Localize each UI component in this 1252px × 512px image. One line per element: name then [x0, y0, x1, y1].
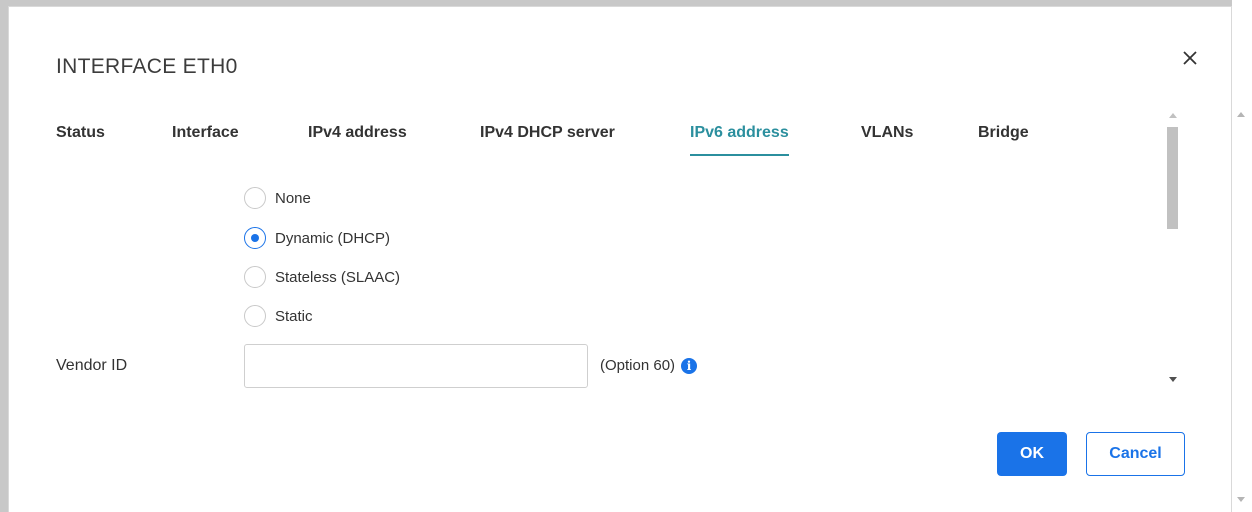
interface-dialog: INTERFACE ETH0 Status Interface IPv4 add…: [8, 6, 1232, 512]
ok-button[interactable]: OK: [997, 432, 1067, 476]
option-hint: (Option 60) i: [600, 357, 698, 374]
scroll-down-icon[interactable]: [1169, 377, 1177, 382]
info-icon[interactable]: i: [681, 357, 698, 374]
radio-button-selected[interactable]: [244, 227, 266, 249]
dialog-title: INTERFACE ETH0: [56, 55, 238, 78]
page-scroll-up-icon[interactable]: [1237, 112, 1245, 117]
radio-label: Dynamic (DHCP): [275, 229, 391, 247]
tab-ipv4-address[interactable]: IPv4 address: [308, 124, 407, 154]
tab-status[interactable]: Status: [56, 124, 105, 154]
scroll-thumb[interactable]: [1167, 127, 1178, 229]
radio-label: Stateless (SLAAC): [275, 268, 401, 286]
content-scrollbar[interactable]: [1161, 105, 1183, 390]
tab-ipv4-dhcp-server[interactable]: IPv4 DHCP server: [480, 124, 615, 154]
radio-option-none[interactable]: None: [244, 185, 311, 211]
cancel-button[interactable]: Cancel: [1086, 432, 1185, 476]
tab-bridge[interactable]: Bridge: [978, 124, 1029, 154]
radio-option-static[interactable]: Static: [244, 303, 313, 329]
tab-ipv6-address[interactable]: IPv6 address: [690, 124, 789, 156]
radio-label: None: [275, 189, 311, 207]
scroll-up-icon[interactable]: [1169, 113, 1177, 118]
vendor-id-input[interactable]: [244, 344, 588, 388]
option-hint-text: (Option 60): [600, 357, 676, 374]
close-icon[interactable]: [1177, 45, 1203, 71]
tab-vlans[interactable]: VLANs: [861, 124, 913, 154]
radio-label: Static: [275, 307, 313, 325]
radio-option-stateless-slaac[interactable]: Stateless (SLAAC): [244, 264, 400, 290]
radio-option-dynamic-dhcp[interactable]: Dynamic (DHCP): [244, 225, 390, 251]
radio-button[interactable]: [244, 305, 266, 327]
vendor-id-label: Vendor ID: [56, 357, 128, 374]
page-scroll-down-icon[interactable]: [1237, 497, 1245, 502]
page-scrollbar[interactable]: [1232, 0, 1252, 512]
radio-button[interactable]: [244, 266, 266, 288]
tab-interface[interactable]: Interface: [172, 124, 239, 154]
radio-button[interactable]: [244, 187, 266, 209]
